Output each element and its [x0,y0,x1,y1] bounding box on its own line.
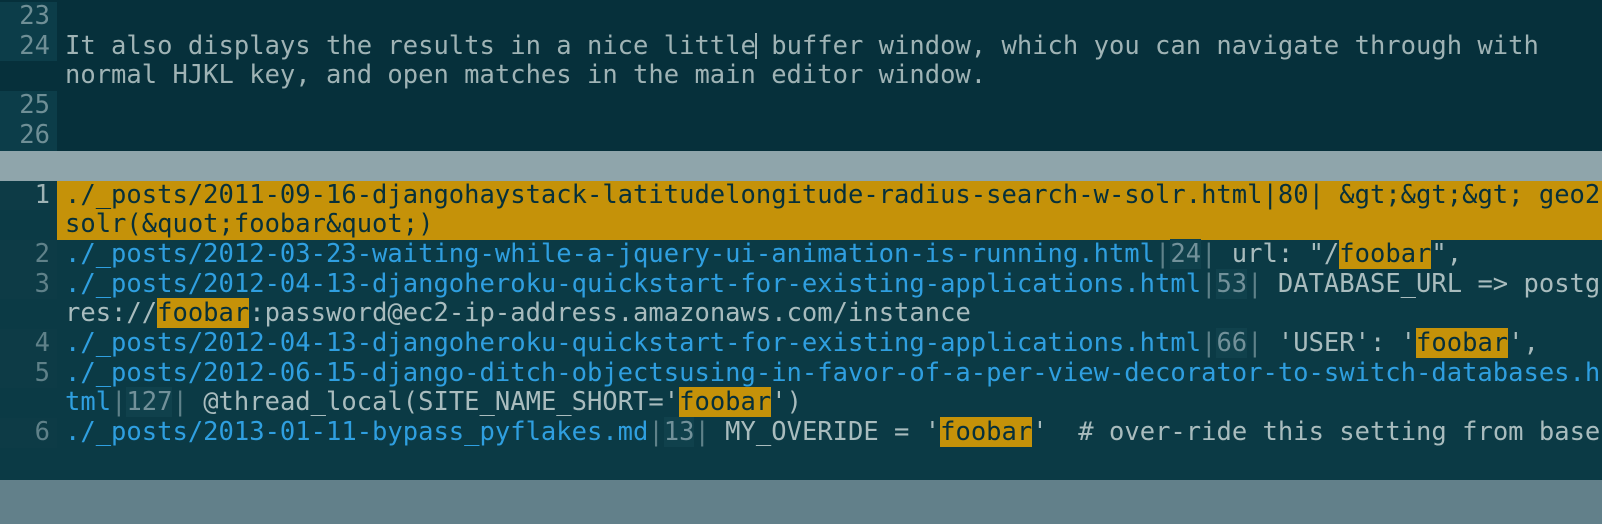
line-number: 1 [0,180,57,211]
quickfix-pane[interactable]: 1 ./_posts/2011-09-16-djangohaystack-lat… [0,180,1602,480]
quickfix-entry[interactable]: 5 ./_posts/2012-06-15-django-ditch-objec… [0,358,1602,418]
line-number: 3 [0,269,57,300]
field-separator: | [1201,328,1217,359]
field-separator: | [172,387,188,418]
text-before-caret: It also displays the results in a nice l… [65,30,756,61]
editor-line: 23 [0,1,1602,32]
search-match-highlight: foobar [679,387,772,418]
quickfix-linenumber: 53 [1216,268,1248,299]
wrapped-line-text: normal HJKL key, and open matches in the… [65,60,987,91]
editor-line: 26 [0,120,1602,151]
vim-terminal-window: 23 24 It also displays the results in a … [0,0,1602,524]
quickfix-entry-text: ./_posts/2011-09-16-djangohaystack-latit… [57,180,1602,240]
quickfix-linenumber: 13 [663,417,695,448]
quickfix-linenumber: 80 [1277,180,1309,210]
quickfix-entry-text: ./_posts/2012-04-13-djangoheroku-quickst… [57,328,1602,359]
editor-line-current: 24 It also displays the results in a nic… [0,30,1602,91]
command-statusline-filler [0,512,1602,524]
window-statusline: _posts/2013-09-21-vim-grep-under-cursor.… [0,150,1602,181]
line-number: 2 [0,239,57,270]
quickfix-filename: ./_posts/2012-04-13-djangoheroku-quickst… [65,268,1202,299]
quickfix-linenumber: 66 [1216,328,1248,359]
quickfix-filename: ./_posts/2013-01-11-bypass_pyflakes.md [65,417,649,448]
quickfix-match-text: url: "/ [1216,238,1340,269]
line-number: 26 [0,120,57,151]
quickfix-match-text: ') [771,387,802,418]
search-match-highlight: foobar [1339,238,1432,269]
quickfix-match-text: ', [1508,328,1539,359]
quickfix-entry[interactable]: 4 ./_posts/2012-04-13-djangoheroku-quick… [0,328,1602,359]
quickfix-entry-text: ./_posts/2013-01-11-bypass_pyflakes.md|1… [57,417,1602,448]
field-separator: | [111,387,127,418]
search-match-highlight: foobar [1416,328,1509,359]
line-text: It also displays the results in a nice l… [57,30,1602,91]
command-statusline: [Quickfix List] :grep -n -r -n . -e foob… [0,480,1602,512]
field-separator: | [1155,238,1171,269]
line-number: 6 [0,417,57,448]
quickfix-filename: ./_posts/2012-04-13-djangoheroku-quickst… [65,328,1202,359]
quickfix-match-text: 'USER': ' [1262,328,1417,359]
field-separator: | [648,417,664,448]
field-separator: | [1247,328,1263,359]
quickfix-filename: ./_posts/2011-09-16-djangohaystack-latit… [65,180,1263,210]
field-separator: | [1308,180,1324,210]
field-separator: | [1201,268,1217,299]
text-after-caret: buffer window, which you can navigate th… [755,30,1539,61]
quickfix-entry[interactable]: 3 ./_posts/2012-04-13-djangoheroku-quick… [0,268,1602,329]
quickfix-linenumber: 24 [1170,238,1202,269]
field-separator: | [1247,268,1263,299]
search-match-highlight: foobar [157,298,250,329]
field-separator: | [1201,238,1217,269]
line-number: 4 [0,328,57,359]
quickfix-entry-text: ./_posts/2012-04-13-djangoheroku-quickst… [57,268,1602,329]
editor-pane[interactable]: 23 24 It also displays the results in a … [0,0,1602,151]
quickfix-match-text: MY_OVERIDE = ' [709,417,941,448]
quickfix-linenumber: 127 [126,387,173,418]
quickfix-match-text: :password@ec2-ip-address.amazonaws.com/i… [249,298,971,329]
quickfix-entry-text: ./_posts/2012-03-23-waiting-while-a-jque… [57,238,1602,270]
quickfix-match-text: ' # over-ride this setting from base [1032,417,1601,448]
quickfix-match-text: @thread_local(SITE_NAME_SHORT=' [187,387,680,418]
field-separator: | [694,417,710,448]
field-separator: | [1262,180,1278,210]
editor-line: 25 [0,90,1602,121]
search-match-highlight: foobar [940,417,1033,448]
quickfix-entry[interactable]: 2 ./_posts/2012-03-23-waiting-while-a-jq… [0,238,1602,270]
quickfix-entry[interactable]: 1 ./_posts/2011-09-16-djangohaystack-lat… [0,180,1602,240]
line-number: 24 [0,31,57,62]
quickfix-filename: ./_posts/2012-03-23-waiting-while-a-jque… [65,238,1156,269]
quickfix-match-text: ", [1431,238,1463,269]
quickfix-entry-text: ./_posts/2012-06-15-django-ditch-objects… [57,358,1602,418]
quickfix-entry[interactable]: 6 ./_posts/2013-01-11-bypass_pyflakes.md… [0,417,1602,448]
line-number: 23 [0,1,57,32]
line-number: 25 [0,90,57,121]
line-number: 5 [0,358,57,389]
